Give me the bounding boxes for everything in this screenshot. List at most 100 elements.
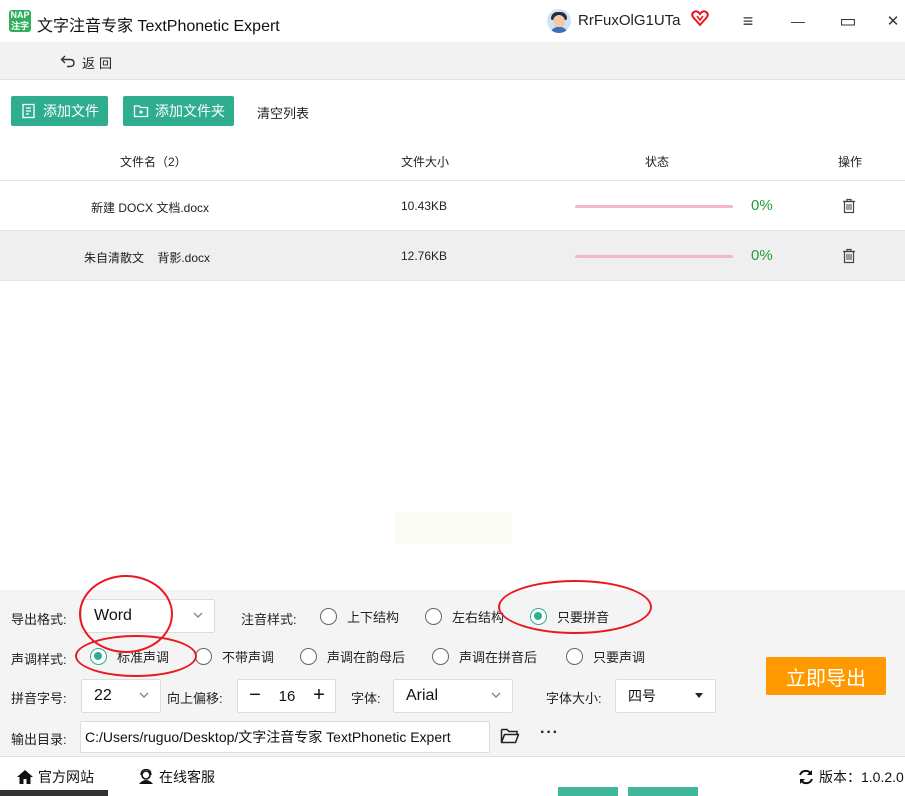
official-website-link[interactable]: 官方网站 — [16, 767, 94, 787]
radio-pinyin-only[interactable]: 只要拼音 — [530, 607, 609, 626]
footer-bar: 官方网站 在线客服 版本：1.0.2.0 — [0, 756, 905, 796]
progress-bar — [575, 205, 733, 208]
radio-top-bottom[interactable]: 上下结构 — [320, 607, 399, 626]
export-format-select[interactable]: Word — [81, 599, 215, 633]
font-label: 字体: — [351, 691, 381, 706]
add-folder-button[interactable]: 添加文件夹 — [123, 96, 234, 126]
export-now-button[interactable]: 立即导出 — [766, 657, 886, 695]
version-info[interactable]: 版本：1.0.2.0 — [797, 767, 904, 787]
minimize-button[interactable]: — — [787, 10, 809, 32]
font-size-value: 四号 — [628, 688, 656, 704]
add-folder-icon — [133, 105, 149, 118]
refresh-icon — [799, 769, 813, 785]
phonetic-style-label: 注音样式: — [241, 612, 297, 627]
online-support-label: 在线客服 — [159, 769, 215, 785]
back-button[interactable]: 返回 — [82, 53, 116, 72]
offset-increment-button[interactable]: + — [310, 684, 328, 706]
title-bar: NAP 注字 文字注音专家 TextPhonetic Expert RrFuxO… — [0, 0, 905, 42]
radio-circle — [432, 648, 449, 665]
radio-left-right[interactable]: 左右结构 — [425, 607, 504, 626]
radio-circle — [425, 608, 442, 625]
add-folder-label: 添加文件夹 — [155, 103, 225, 119]
pinyin-size-select[interactable]: 22 — [81, 679, 161, 713]
add-file-label: 添加文件 — [43, 103, 99, 119]
username[interactable]: RrFuxOlG1UTa — [578, 12, 681, 29]
export-format-label: 导出格式: — [11, 612, 67, 627]
chevron-down-icon — [139, 692, 149, 698]
offset-decrement-button[interactable]: − — [246, 684, 264, 706]
chevron-down-icon — [491, 692, 501, 698]
app-logo-icon: NAP 注字 — [9, 10, 31, 32]
radio-label: 上下结构 — [347, 610, 400, 625]
trash-icon[interactable] — [842, 198, 856, 214]
radio-circle — [566, 648, 583, 665]
tone-style-label: 声调样式: — [11, 652, 67, 667]
column-action: 操作 — [838, 155, 863, 169]
progress-percent: 0% — [751, 197, 773, 214]
vip-heart-icon[interactable] — [691, 9, 709, 27]
caret-down-icon — [695, 693, 703, 698]
table-row[interactable]: 朱自清散文 背影.docx 12.76KB 0% — [0, 231, 905, 281]
radio-label: 只要拼音 — [557, 610, 610, 625]
radio-circle — [320, 608, 337, 625]
offset-value[interactable]: 16 — [276, 688, 298, 705]
faded-overlay — [395, 512, 512, 544]
radio-tone-after-pinyin[interactable]: 声调在拼音后 — [432, 647, 537, 666]
add-file-icon — [22, 103, 35, 119]
radio-circle — [90, 648, 107, 665]
official-website-label: 官方网站 — [38, 769, 94, 785]
font-size-select[interactable]: 四号 — [615, 679, 716, 713]
menu-icon[interactable]: ≡ — [737, 10, 759, 32]
export-format-value: Word — [94, 607, 132, 624]
online-support-link[interactable]: 在线客服 — [137, 767, 215, 787]
maximize-button[interactable]: ▭ — [837, 10, 859, 32]
background-window-edge — [0, 790, 108, 796]
app-title: 文字注音专家 TextPhonetic Expert — [37, 18, 280, 35]
support-agent-icon — [139, 769, 153, 784]
radio-tone-only[interactable]: 只要声调 — [566, 647, 645, 666]
file-name: 新建 DOCX 文档.docx — [91, 201, 210, 215]
radio-no-tone[interactable]: 不带声调 — [195, 647, 274, 666]
radio-circle — [300, 648, 317, 665]
font-select[interactable]: Arial — [393, 679, 513, 713]
radio-label: 声调在拼音后 — [459, 650, 538, 665]
font-size-label: 字体大小: — [546, 691, 602, 706]
column-filename: 文件名（2） — [120, 155, 187, 169]
chevron-down-icon — [193, 612, 203, 618]
file-size: 12.76KB — [401, 249, 448, 263]
home-icon — [17, 770, 33, 784]
radio-label: 声调在韵母后 — [327, 650, 406, 665]
clear-list-button[interactable]: 清空列表 — [257, 103, 309, 122]
back-bar: 返回 — [0, 42, 905, 80]
pinyin-size-value: 22 — [94, 687, 112, 704]
radio-standard-tone[interactable]: 标准声调 — [90, 647, 169, 666]
radio-tone-after-final[interactable]: 声调在韵母后 — [300, 647, 405, 666]
radio-label: 不带声调 — [222, 650, 275, 665]
trash-icon[interactable] — [842, 248, 856, 264]
close-button[interactable]: ✕ — [882, 10, 904, 32]
file-size: 10.43KB — [401, 199, 448, 213]
back-arrow-icon[interactable] — [60, 53, 76, 69]
file-name: 朱自清散文 背影.docx — [84, 251, 211, 265]
avatar[interactable] — [547, 9, 571, 33]
radio-label: 左右结构 — [452, 610, 505, 625]
output-dir-input[interactable]: C:/Users/ruguo/Desktop/文字注音专家 TextPhonet… — [80, 721, 490, 753]
offset-stepper: − 16 + — [237, 679, 336, 713]
background-window-tab — [628, 787, 698, 796]
table-row[interactable]: 新建 DOCX 文档.docx 10.43KB 0% — [0, 181, 905, 231]
table-header: 文件名（2） 文件大小 状态 操作 — [0, 143, 905, 181]
column-size: 文件大小 — [401, 155, 450, 169]
progress-percent: 0% — [751, 247, 773, 264]
radio-label: 只要声调 — [593, 650, 646, 665]
offset-label: 向上偏移: — [167, 691, 223, 706]
radio-circle — [195, 648, 212, 665]
folder-icon[interactable] — [500, 727, 520, 745]
progress-bar — [575, 255, 733, 258]
version-label: 版本：1.0.2.0 — [819, 769, 904, 785]
radio-circle — [530, 608, 547, 625]
add-file-button[interactable]: 添加文件 — [11, 96, 108, 126]
radio-label: 标准声调 — [117, 650, 170, 665]
column-status: 状态 — [645, 155, 670, 169]
more-options-button[interactable]: ··· — [540, 724, 559, 742]
pinyin-size-label: 拼音字号: — [11, 691, 67, 706]
